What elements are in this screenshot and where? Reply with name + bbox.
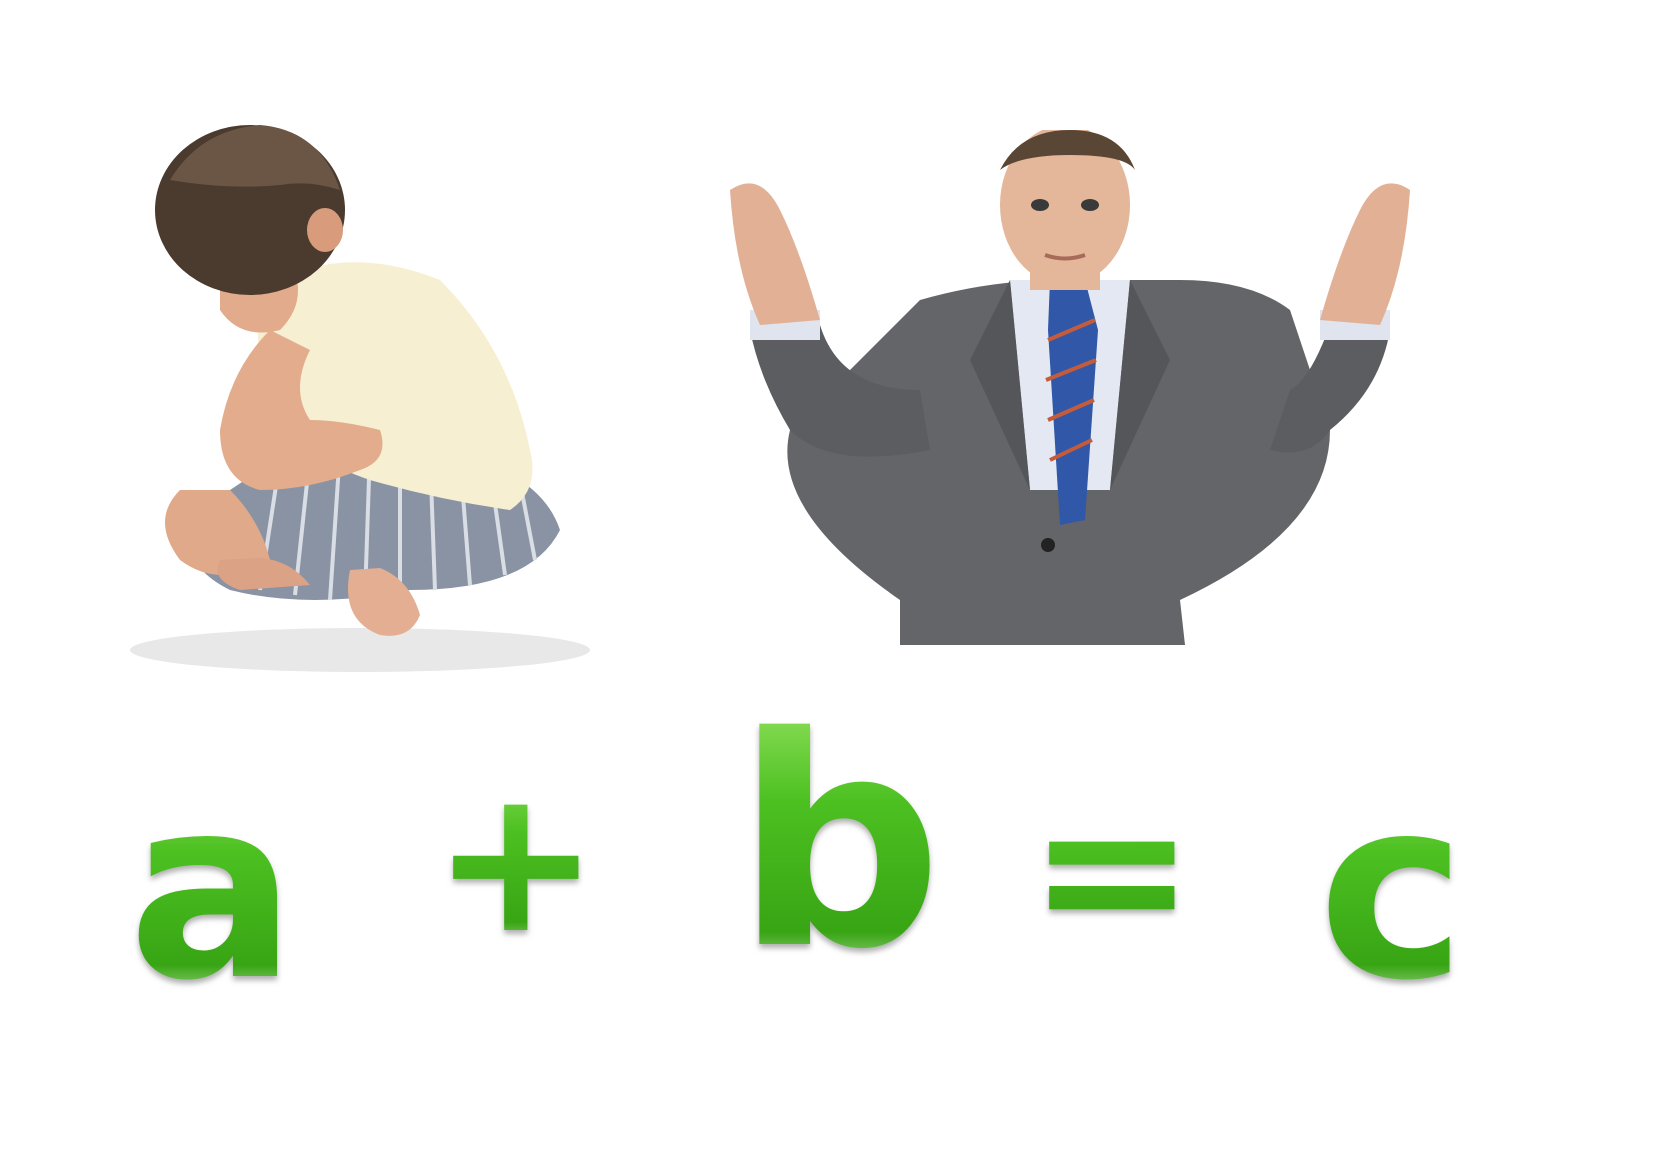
letter-b: b <box>735 676 943 1013</box>
letter-a: a <box>128 744 297 1035</box>
plus-sign: + <box>432 745 600 978</box>
letter-c: c <box>1318 744 1467 1035</box>
shrugging-businessman-image <box>730 130 1410 645</box>
equals-sign: = <box>1028 753 1196 986</box>
sitting-child-image <box>130 125 590 672</box>
